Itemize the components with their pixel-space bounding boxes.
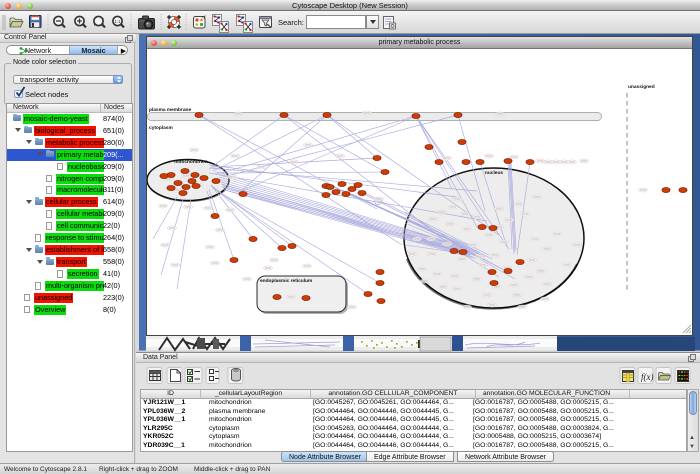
svg-text:unassigned: unassigned [628,84,655,90]
svg-text:endoplasmic reticulum: endoplasmic reticulum [260,278,312,284]
svg-text:nucleus: nucleus [485,170,503,176]
svg-text:cytoplasm: cytoplasm [149,125,173,131]
svg-text:plasma membrane: plasma membrane [149,107,191,113]
svg-text:f(x): f(x) [641,372,654,382]
svg-text:mitochondrion: mitochondrion [174,159,208,165]
svg-text:1:1: 1:1 [114,19,121,24]
